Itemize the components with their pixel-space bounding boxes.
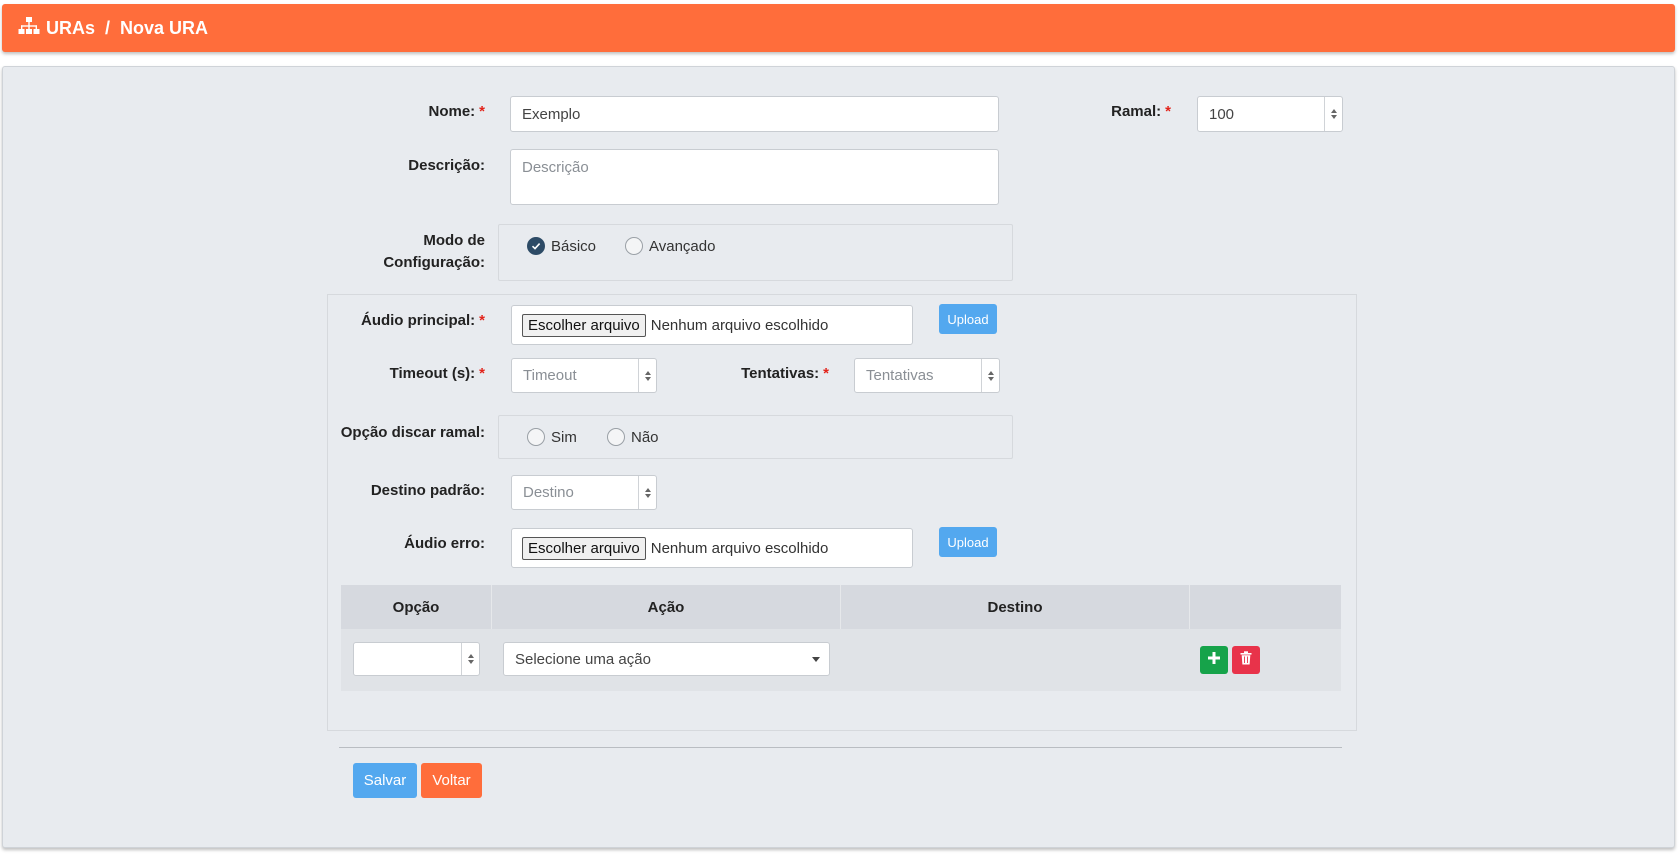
- timeout-label: Timeout (s): *: [389, 365, 485, 382]
- divider: [339, 747, 1342, 748]
- breadcrumb-separator: /: [105, 17, 111, 38]
- col-destino: Destino: [841, 585, 1190, 629]
- add-row-button[interactable]: [1200, 646, 1228, 674]
- checked-radio-icon: [527, 237, 545, 255]
- required-marker: *: [823, 365, 829, 382]
- breadcrumb-current: Nova URA: [120, 17, 209, 38]
- modo-avancado-radio[interactable]: Avançado: [625, 237, 715, 255]
- radio-icon: [527, 428, 545, 446]
- required-marker: *: [1165, 103, 1171, 120]
- ramal-label: Ramal: *: [1111, 103, 1171, 120]
- descricao-label: Descrição:: [408, 157, 485, 174]
- destino-padrao-input[interactable]: Destino: [511, 475, 657, 510]
- required-marker: *: [479, 103, 485, 120]
- ramal-input[interactable]: 100: [1197, 96, 1343, 132]
- descricao-textarea[interactable]: Descrição: [510, 149, 999, 205]
- trash-icon: [1240, 651, 1252, 669]
- opcao-input[interactable]: [353, 642, 480, 676]
- destino-stepper-icon[interactable]: [638, 476, 656, 509]
- sitemap-icon: [18, 16, 46, 40]
- table-row: [341, 629, 1341, 691]
- back-button[interactable]: Voltar: [421, 763, 482, 798]
- tentativas-input[interactable]: Tentativas: [854, 358, 1000, 393]
- modo-basico-radio[interactable]: Básico: [527, 237, 596, 255]
- radio-icon: [625, 237, 643, 255]
- modo-label: Modo de Configuração:: [383, 232, 485, 271]
- chevron-down-icon: [812, 657, 820, 662]
- audio-erro-choose-button[interactable]: Escolher arquivo: [522, 536, 646, 560]
- delete-row-button[interactable]: [1232, 646, 1260, 674]
- audio-erro-label: Áudio erro:: [404, 535, 485, 552]
- acao-select[interactable]: Selecione uma ação: [503, 642, 830, 676]
- discar-ramal-label: Opção discar ramal:: [340, 424, 485, 441]
- radio-icon: [607, 428, 625, 446]
- audio-erro-file-input[interactable]: Escolher arquivo Nenhum arquivo escolhid…: [511, 528, 913, 568]
- timeout-stepper-icon[interactable]: [638, 359, 656, 392]
- breadcrumb: URAs / Nova URA: [2, 4, 1675, 52]
- breadcrumb-root-link[interactable]: URAs: [46, 18, 95, 39]
- ramal-stepper-icon[interactable]: [1324, 97, 1342, 131]
- plus-icon: [1207, 651, 1221, 669]
- tentativas-label: Tentativas: *: [741, 365, 829, 382]
- form-panel: Nome: * Exemplo Ramal: * 100 Descrição: De…: [2, 66, 1675, 848]
- timeout-input[interactable]: Timeout: [511, 358, 657, 393]
- opcao-stepper-icon[interactable]: [461, 643, 479, 675]
- discar-ramal-nao-radio[interactable]: Não: [607, 428, 659, 446]
- save-button[interactable]: Salvar: [353, 763, 417, 798]
- required-marker: *: [479, 312, 485, 329]
- nome-input[interactable]: Exemplo: [510, 96, 999, 132]
- audio-erro-upload-button[interactable]: Upload: [939, 527, 997, 557]
- audio-principal-status: Nenhum arquivo escolhido: [650, 316, 829, 334]
- discar-ramal-sim-radio[interactable]: Sim: [527, 428, 577, 446]
- col-actions: [1190, 585, 1341, 629]
- audio-principal-choose-button[interactable]: Escolher arquivo: [522, 313, 646, 337]
- tentativas-stepper-icon[interactable]: [981, 359, 999, 392]
- options-table-header: Opção Ação Destino: [341, 585, 1341, 629]
- destino-padrao-label: Destino padrão:: [370, 482, 485, 499]
- required-marker: *: [479, 365, 485, 382]
- audio-principal-file-input[interactable]: Escolher arquivo Nenhum arquivo escolhid…: [511, 305, 913, 345]
- col-acao: Ação: [492, 585, 841, 629]
- nome-label: Nome: *: [428, 103, 485, 120]
- audio-principal-label: Áudio principal: *: [360, 312, 485, 329]
- col-opcao: Opção: [341, 585, 492, 629]
- audio-principal-upload-button[interactable]: Upload: [939, 304, 997, 334]
- audio-erro-status: Nenhum arquivo escolhido: [650, 539, 829, 557]
